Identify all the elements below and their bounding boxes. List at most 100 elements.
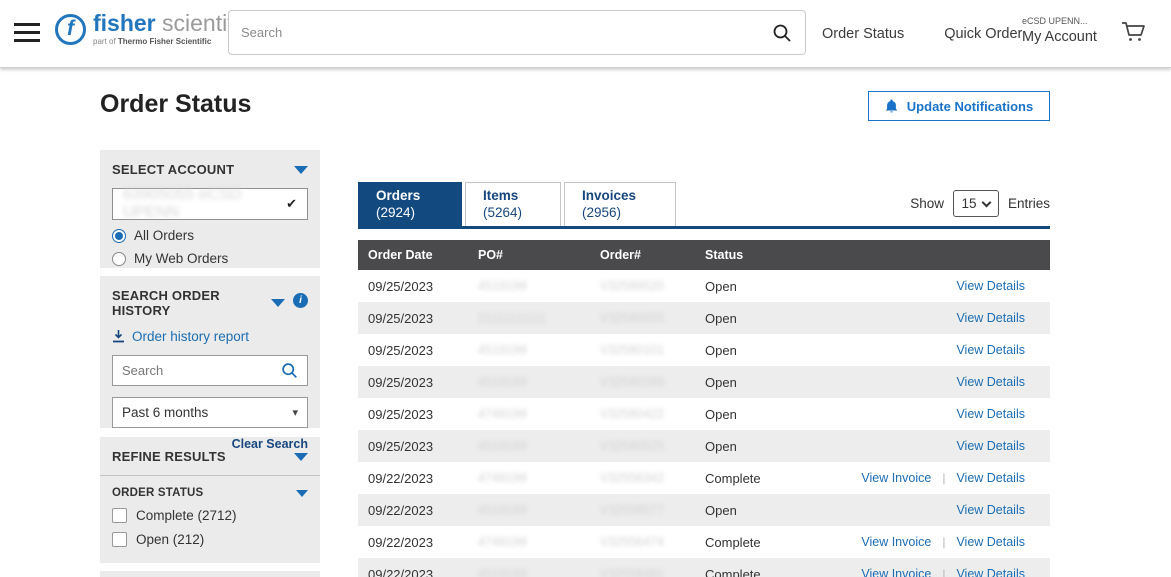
chevron-down-icon bbox=[982, 197, 992, 207]
table-row: 09/25/20234519199V32580101Open View Detai… bbox=[358, 334, 1050, 366]
tab-invoices[interactable]: Invoices(2956) bbox=[564, 182, 676, 226]
tab-orders[interactable]: Orders(2924) bbox=[358, 182, 462, 226]
refine-results-panel: REFINE RESULTS ORDER STATUS Complete (27… bbox=[100, 437, 320, 563]
row-actions: View Details bbox=[785, 279, 1050, 293]
table-row: 09/25/20234519199V32589520OpenView Detai… bbox=[358, 270, 1050, 302]
show-label: Show bbox=[910, 196, 944, 211]
checkbox-option-complete-2712-[interactable]: Complete (2712) bbox=[112, 508, 308, 523]
info-icon[interactable]: i bbox=[293, 293, 308, 308]
row-actions: View Details bbox=[785, 503, 1050, 517]
view-details-link[interactable]: View Details bbox=[956, 375, 1025, 389]
link-separator: | bbox=[942, 567, 945, 577]
checkbox-option-open-212-[interactable]: Open (212) bbox=[112, 532, 308, 547]
view-invoice-link[interactable]: View Invoice bbox=[861, 535, 931, 549]
order-date-cell: 09/25/2023 bbox=[358, 311, 470, 326]
view-details-link[interactable]: View Details bbox=[956, 407, 1025, 421]
view-invoice-link[interactable]: View Invoice bbox=[861, 471, 931, 485]
collapse-triangle-icon[interactable] bbox=[294, 166, 308, 174]
po-number-cell: 4519199 bbox=[470, 343, 592, 357]
table-body: 09/25/20234519199V32589520OpenView Detai… bbox=[358, 270, 1050, 577]
tabs-underline bbox=[358, 226, 1050, 229]
next-panel-partial bbox=[100, 571, 320, 577]
collapse-triangle-icon[interactable] bbox=[296, 490, 308, 497]
global-search-input[interactable] bbox=[229, 25, 759, 40]
table-header-row: Order DatePO#Order#Status bbox=[358, 240, 1050, 270]
collapse-triangle-icon[interactable] bbox=[294, 453, 308, 461]
view-details-link[interactable]: View Details bbox=[956, 439, 1025, 453]
table-row: 09/22/20234749199V32556474CompleteView I… bbox=[358, 526, 1050, 558]
collapse-triangle-icon[interactable] bbox=[271, 299, 285, 307]
order-history-report-label: Order history report bbox=[132, 329, 249, 344]
view-details-link[interactable]: View Details bbox=[956, 311, 1025, 325]
view-details-link[interactable]: View Details bbox=[956, 567, 1025, 577]
row-actions: View Details bbox=[785, 375, 1050, 389]
order-search-input[interactable] bbox=[122, 363, 281, 378]
my-account-label: My Account bbox=[1022, 29, 1097, 45]
order-search-box bbox=[112, 355, 308, 386]
brand-tagline: part of Thermo Fisher Scientific bbox=[93, 37, 250, 46]
table-row: 09/25/202321111111111V32580055OpenView D… bbox=[358, 302, 1050, 334]
status-cell: Open bbox=[697, 311, 785, 326]
view-details-link[interactable]: View Details bbox=[956, 503, 1025, 517]
entries-per-page-select[interactable]: 15 bbox=[953, 190, 999, 217]
table-row: 09/22/20234519199V32558481CompleteView I… bbox=[358, 558, 1050, 577]
status-cell: Open bbox=[697, 407, 785, 422]
po-number-cell: 4519199 bbox=[470, 567, 592, 577]
my-account-menu[interactable]: eCSD UPENN... My Account bbox=[1022, 16, 1097, 45]
page-title: Order Status bbox=[100, 90, 251, 119]
order-date-cell: 09/25/2023 bbox=[358, 343, 470, 358]
download-icon bbox=[112, 330, 125, 343]
account-name: eCSD UPENN... bbox=[1022, 16, 1097, 26]
checkbox-label: Complete (2712) bbox=[136, 508, 237, 523]
radio-option-all-orders[interactable]: All Orders bbox=[112, 228, 308, 243]
order-number-cell: V32580422 bbox=[592, 407, 697, 421]
fisher-f-icon: f bbox=[55, 14, 86, 45]
table-row: 09/25/20234519199V32580289OpenView Detai… bbox=[358, 366, 1050, 398]
view-details-link[interactable]: View Details bbox=[956, 535, 1025, 549]
radio-label: All Orders bbox=[134, 228, 194, 243]
view-details-link[interactable]: View Details bbox=[956, 343, 1025, 357]
radio-button[interactable] bbox=[112, 229, 126, 243]
account-select[interactable]: 63905055 eCSD UPENN ✔ bbox=[112, 188, 308, 220]
column-header-status: Status bbox=[697, 248, 785, 262]
order-number-cell: V32580101 bbox=[592, 343, 697, 357]
order-date-cell: 09/22/2023 bbox=[358, 535, 470, 550]
view-invoice-link[interactable]: View Invoice bbox=[861, 567, 931, 577]
select-account-panel: SELECT ACCOUNT 63905055 eCSD UPENN ✔ All… bbox=[100, 150, 320, 268]
row-actions: View Details bbox=[785, 439, 1050, 453]
tab-items[interactable]: Items(5264) bbox=[465, 182, 561, 226]
table-row: 09/22/20234519199V32558577OpenView Detai… bbox=[358, 494, 1050, 526]
row-actions: View Details bbox=[785, 311, 1050, 325]
view-details-link[interactable]: View Details bbox=[956, 279, 1025, 293]
radio-button[interactable] bbox=[112, 252, 126, 266]
hamburger-menu-icon[interactable] bbox=[14, 23, 40, 47]
search-order-history-panel: SEARCH ORDER HISTORY i Order history rep… bbox=[100, 276, 320, 428]
checkbox[interactable] bbox=[112, 508, 127, 523]
cart-icon[interactable] bbox=[1120, 20, 1146, 49]
po-number-cell: 4749199 bbox=[470, 535, 592, 549]
status-cell: Complete bbox=[697, 567, 785, 577]
nav-quick-order[interactable]: Quick Order bbox=[944, 26, 1022, 42]
radio-option-my-web-orders[interactable]: My Web Orders bbox=[112, 251, 308, 266]
entries-per-page-value: 15 bbox=[961, 196, 976, 211]
fisher-scientific-logo[interactable]: f fisher scientific part of Thermo Fishe… bbox=[55, 12, 250, 46]
row-actions: View Details bbox=[785, 407, 1050, 421]
search-icon[interactable] bbox=[759, 11, 805, 54]
status-cell: Open bbox=[697, 343, 785, 358]
row-actions: View Invoice|View Details bbox=[785, 535, 1050, 549]
order-history-report-link[interactable]: Order history report bbox=[112, 329, 308, 344]
table-row: 09/22/20234749199V32556342CompleteView I… bbox=[358, 462, 1050, 494]
view-details-link[interactable]: View Details bbox=[956, 471, 1025, 485]
date-range-select[interactable]: Past 6 months ▾ bbox=[112, 397, 308, 428]
orders-table: Order DatePO#Order#Status 09/25/20234519… bbox=[358, 240, 1050, 577]
search-icon[interactable] bbox=[281, 362, 298, 379]
status-cell: Complete bbox=[697, 535, 785, 550]
filters-sidebar: SELECT ACCOUNT 63905055 eCSD UPENN ✔ All… bbox=[100, 150, 320, 577]
global-search-bar bbox=[228, 10, 806, 55]
status-cell: Open bbox=[697, 439, 785, 454]
nav-order-status[interactable]: Order Status bbox=[822, 26, 904, 42]
table-row: 09/25/20234749199V32580422OpenView Detai… bbox=[358, 398, 1050, 430]
checkbox[interactable] bbox=[112, 532, 127, 547]
order-results-area: Orders(2924)Items(5264)Invoices(2956) Sh… bbox=[358, 182, 1050, 577]
update-notifications-button[interactable]: Update Notifications bbox=[868, 91, 1050, 121]
